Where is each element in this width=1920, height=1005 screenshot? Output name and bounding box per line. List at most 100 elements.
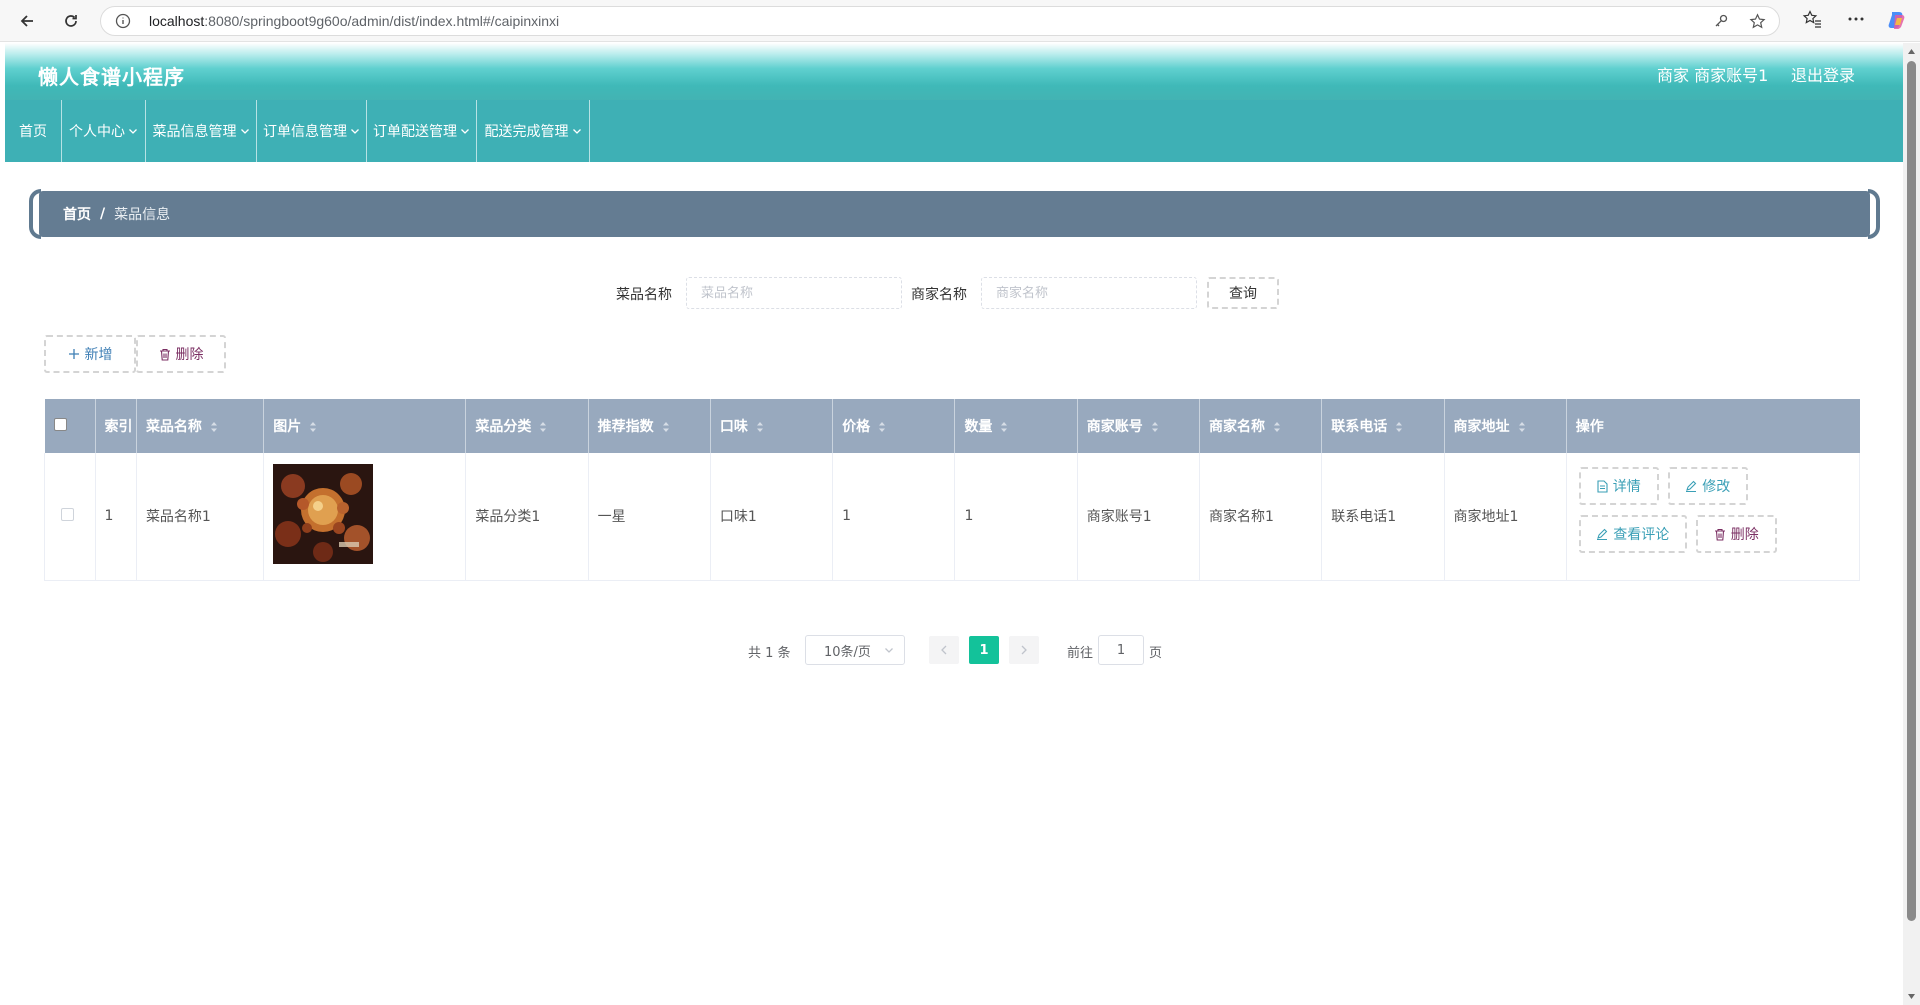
edit-button[interactable]: 修改 — [1667, 467, 1748, 506]
favorites-icon[interactable] — [1802, 9, 1822, 33]
nav-item-delivery-complete[interactable]: 配送完成管理 — [477, 100, 590, 162]
sort-icon[interactable] — [1151, 421, 1159, 433]
logout-link[interactable]: 退出登录 — [1791, 62, 1855, 86]
breadcrumb-home[interactable]: 首页 — [63, 204, 91, 224]
detail-button[interactable]: 详情 — [1578, 467, 1659, 506]
dish-name-label: 菜品名称 — [616, 287, 672, 303]
page-number-current[interactable]: 1 — [969, 636, 999, 664]
cell-merchant-name: 商家名称1 — [1199, 453, 1323, 581]
site-info-icon[interactable] — [115, 13, 131, 33]
header-phone[interactable]: 联系电话 — [1321, 399, 1445, 453]
breadcrumb-current: 菜品信息 — [114, 207, 171, 223]
chevron-down-icon — [572, 129, 581, 134]
header-label: 商家地址 — [1453, 419, 1510, 435]
row-action-buttons: 详情 修改 查看评论 删除 — [1578, 466, 1819, 566]
nav-label: 个人中心 — [69, 124, 125, 140]
nav-item-home[interactable]: 首页 — [5, 100, 62, 162]
dish-name-input[interactable] — [686, 277, 902, 309]
page-size-select[interactable]: 10条/页 — [805, 635, 905, 665]
header-quantity[interactable]: 数量 — [954, 399, 1078, 453]
sort-icon[interactable] — [756, 421, 764, 433]
nav-item-profile[interactable]: 个人中心 — [62, 100, 146, 162]
row-delete-button[interactable]: 删除 — [1695, 515, 1777, 554]
header-label: 菜品名称 — [145, 419, 202, 435]
header-label: 商家名称 — [1208, 419, 1265, 435]
document-icon — [1597, 480, 1608, 493]
header-label: 价格 — [842, 419, 871, 435]
batch-delete-button[interactable]: 删除 — [136, 335, 226, 373]
add-button[interactable]: 新增 — [44, 335, 136, 373]
more-icon[interactable] — [1846, 9, 1866, 33]
cell-dish-name: 菜品名称1 — [136, 453, 265, 581]
cell-recommend: 一星 — [588, 453, 711, 581]
scroll-down-icon[interactable] — [1907, 991, 1916, 1001]
sort-icon[interactable] — [1518, 421, 1526, 433]
nav-label: 菜品信息管理 — [152, 124, 237, 140]
chevron-down-icon — [240, 129, 249, 134]
nav-label: 配送完成管理 — [484, 124, 569, 140]
cell-image — [263, 453, 467, 581]
sort-icon[interactable] — [1395, 421, 1403, 433]
nav-item-order-management[interactable]: 订单信息管理 — [257, 100, 367, 162]
nav-item-delivery-management[interactable]: 订单配送管理 — [367, 100, 477, 162]
page-scrollbar[interactable] — [1903, 43, 1920, 1005]
sort-icon[interactable] — [662, 421, 670, 433]
sort-icon[interactable] — [1000, 421, 1008, 433]
chevron-right-icon — [1021, 645, 1027, 655]
header-merchant-name[interactable]: 商家名称 — [1199, 399, 1323, 453]
header-taste[interactable]: 口味 — [710, 399, 834, 453]
sort-icon[interactable] — [309, 421, 317, 433]
header-actions: 操作 — [1566, 399, 1860, 453]
merchant-name-label: 商家名称 — [911, 287, 967, 303]
scrollbar-thumb[interactable] — [1907, 61, 1916, 921]
header-merchant-account[interactable]: 商家账号 — [1077, 399, 1200, 453]
url-text: localhost:8080/springboot9g60o/admin/dis… — [149, 13, 560, 29]
row-delete-label: 删除 — [1730, 527, 1759, 544]
table-header-row: 索引 菜品名称 图片 菜品分类 推荐指数 口味 价格 数量 商家账号 商家名称 … — [44, 399, 1860, 453]
header-select-all[interactable] — [44, 399, 96, 453]
header-recommend[interactable]: 推荐指数 — [588, 399, 711, 453]
cell-phone: 联系电话1 — [1321, 453, 1445, 581]
breadcrumb-separator: / — [100, 206, 106, 222]
cell-index: 1 — [95, 453, 137, 581]
header-label: 数量 — [964, 419, 993, 435]
copilot-icon[interactable] — [1886, 9, 1908, 35]
header-address[interactable]: 商家地址 — [1444, 399, 1567, 453]
header-label: 联系电话 — [1331, 419, 1388, 435]
query-button[interactable]: 查询 — [1207, 277, 1279, 309]
cell-actions: 详情 修改 查看评论 删除 — [1566, 453, 1861, 581]
dish-photo[interactable] — [273, 464, 374, 565]
header-image[interactable]: 图片 — [263, 399, 467, 453]
select-all-checkbox[interactable] — [53, 417, 67, 431]
sort-icon[interactable] — [210, 421, 218, 433]
goto-page-input[interactable] — [1098, 635, 1144, 665]
chevron-down-icon — [885, 648, 893, 653]
row-checkbox[interactable] — [61, 507, 74, 521]
key-icon[interactable] — [1713, 13, 1729, 33]
star-icon[interactable] — [1749, 13, 1766, 34]
reload-icon[interactable] — [58, 8, 84, 34]
add-button-label: 新增 — [84, 347, 113, 363]
prev-page-button[interactable] — [929, 636, 959, 664]
address-bar[interactable]: localhost:8080/springboot9g60o/admin/dis… — [100, 6, 1780, 36]
cell-category: 菜品分类1 — [465, 453, 589, 581]
scroll-up-icon[interactable] — [1907, 47, 1916, 57]
header-dish-name[interactable]: 菜品名称 — [136, 399, 265, 453]
sort-icon[interactable] — [1273, 421, 1281, 433]
sort-icon[interactable] — [878, 421, 886, 433]
current-user: 商家 商家账号1 — [1657, 66, 1769, 85]
cell-taste: 口味1 — [710, 453, 834, 581]
total-count: 共 1 条 — [748, 646, 791, 661]
nav-item-dish-management[interactable]: 菜品信息管理 — [146, 100, 257, 162]
row-select-cell[interactable] — [44, 453, 96, 581]
sort-icon[interactable] — [539, 421, 547, 433]
header-category[interactable]: 菜品分类 — [465, 399, 589, 453]
chevron-left-icon — [941, 645, 947, 655]
header-label: 商家账号 — [1086, 419, 1143, 435]
view-comments-button[interactable]: 查看评论 — [1578, 515, 1687, 554]
header-price[interactable]: 价格 — [832, 399, 956, 453]
back-arrow-icon[interactable] — [14, 8, 40, 34]
next-page-button[interactable] — [1009, 636, 1039, 664]
table-row: 1 菜品名称1 菜品分类1 一星 口味1 1 1 商家账号1 商家名称1 联系电… — [44, 453, 1861, 581]
merchant-name-input[interactable] — [981, 277, 1197, 309]
